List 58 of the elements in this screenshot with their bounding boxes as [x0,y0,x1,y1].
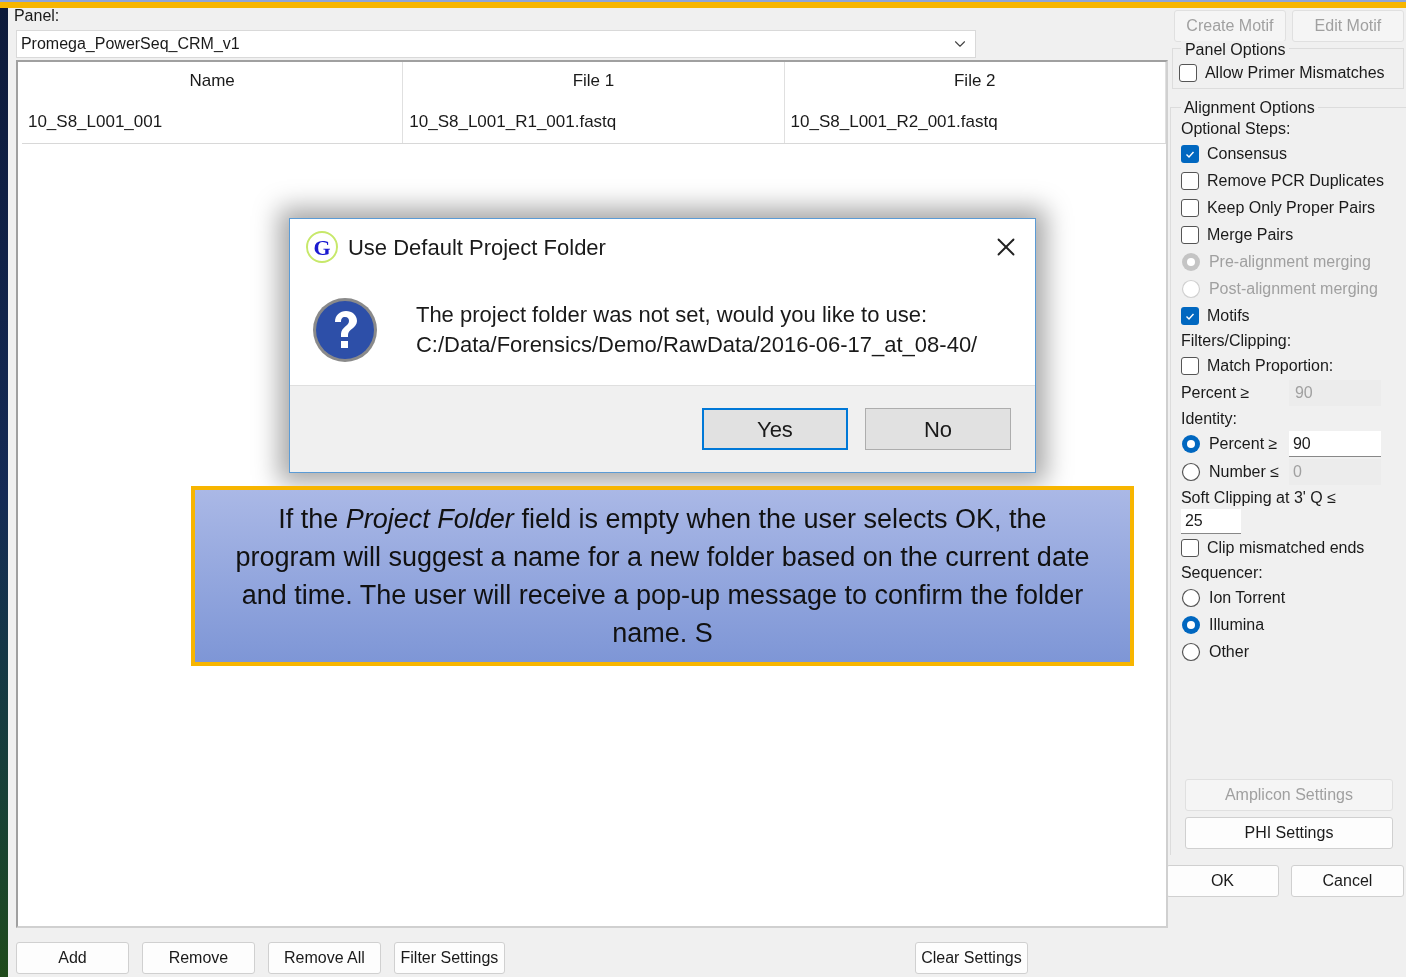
table-cell: 10_S8_L001_R1_001.fastq [403,100,785,143]
app-logo: G [305,231,338,263]
checkbox-label[interactable]: Match Proportion: [1206,353,1334,378]
panel-label: Panel: [13,8,61,24]
field-label: Percent ≥ [1180,383,1251,403]
dialog-button[interactable]: Yes [701,408,848,450]
dialog-message: The project folder was not set, would you like to use: [415,301,929,329]
column-header[interactable]: Name [21,62,404,100]
table-cell: 10_S8_L001_001 [21,100,404,143]
checkbox-label[interactable]: Clip mismatched ends [1206,535,1365,560]
checkbox-label[interactable]: Motifs [1206,303,1250,328]
radio-label[interactable]: Illumina [1208,612,1265,637]
column-header[interactable]: File 2 [784,62,1166,100]
column-header[interactable]: File 1 [403,62,785,100]
checkbox[interactable] [1180,171,1199,190]
radio-label[interactable]: Ion Torrent [1208,585,1286,610]
radio-button[interactable] [1180,434,1201,454]
group-title: Alignment Options [1180,99,1318,117]
question-icon [311,297,378,363]
button[interactable]: Clear Settings [914,942,1028,974]
panel-dropdown[interactable]: Promega_PowerSeq_CRM_v1 [15,30,976,58]
checkbox[interactable] [1180,306,1199,325]
radio-button[interactable] [1180,587,1201,608]
checkbox-label[interactable]: Allow Primer Mismatches [1204,60,1385,85]
checkbox[interactable] [1180,356,1199,375]
button[interactable]: PHI Settings [1184,817,1393,849]
folder-path: C:/Data/Forensics/Demo/RawData/2016-06-17_at_08-40/ [415,331,978,359]
checkbox-label[interactable]: Keep Only Proper Pairs [1206,195,1375,220]
section-label: Identity: [1180,409,1238,429]
radio-button[interactable] [1180,641,1201,662]
button[interactable]: Remove [141,942,255,974]
group-title: Panel Options [1180,41,1290,59]
radio-label[interactable]: Other [1208,639,1249,664]
checkbox[interactable] [1180,198,1199,217]
callout-text: If the Project Folder field is empty when the user selects OK, the program will suggest a name for a new folder based on the current date and time. The user will receive a pop-up message to confirm the folder name. S [234,503,1090,650]
radio-label[interactable]: Percent ≥ [1208,432,1289,456]
section-label: Soft Clipping at 3' Q ≤ [1180,488,1337,508]
button[interactable]: Remove All [267,942,381,974]
checkbox[interactable] [1180,144,1199,163]
checkbox-label[interactable]: Merge Pairs [1206,222,1294,247]
button[interactable]: OK [1165,865,1279,897]
checkbox-label[interactable]: Remove PCR Duplicates [1206,168,1384,193]
checkbox[interactable] [1178,63,1197,82]
section-label: Filters/Clipping: [1180,331,1293,351]
dialog-title: Use Default Project Folder [347,233,607,262]
radio-button[interactable] [1180,614,1201,635]
section-label: Optional Steps: [1180,119,1292,139]
table-cell: 10_S8_L001_R2_001.fastq [784,100,1166,143]
input-field[interactable]: 25 [1180,509,1241,534]
button[interactable]: Add [15,942,129,974]
checkbox-label[interactable]: Consensus [1206,141,1287,166]
button[interactable]: Cancel [1290,865,1404,897]
dialog-button[interactable]: No [864,408,1011,450]
input-field[interactable]: 90 [1288,431,1381,457]
checkbox[interactable] [1180,538,1199,557]
checkbox[interactable] [1180,225,1199,244]
button[interactable]: Filter Settings [393,942,505,974]
section-label: Sequencer: [1180,563,1264,583]
